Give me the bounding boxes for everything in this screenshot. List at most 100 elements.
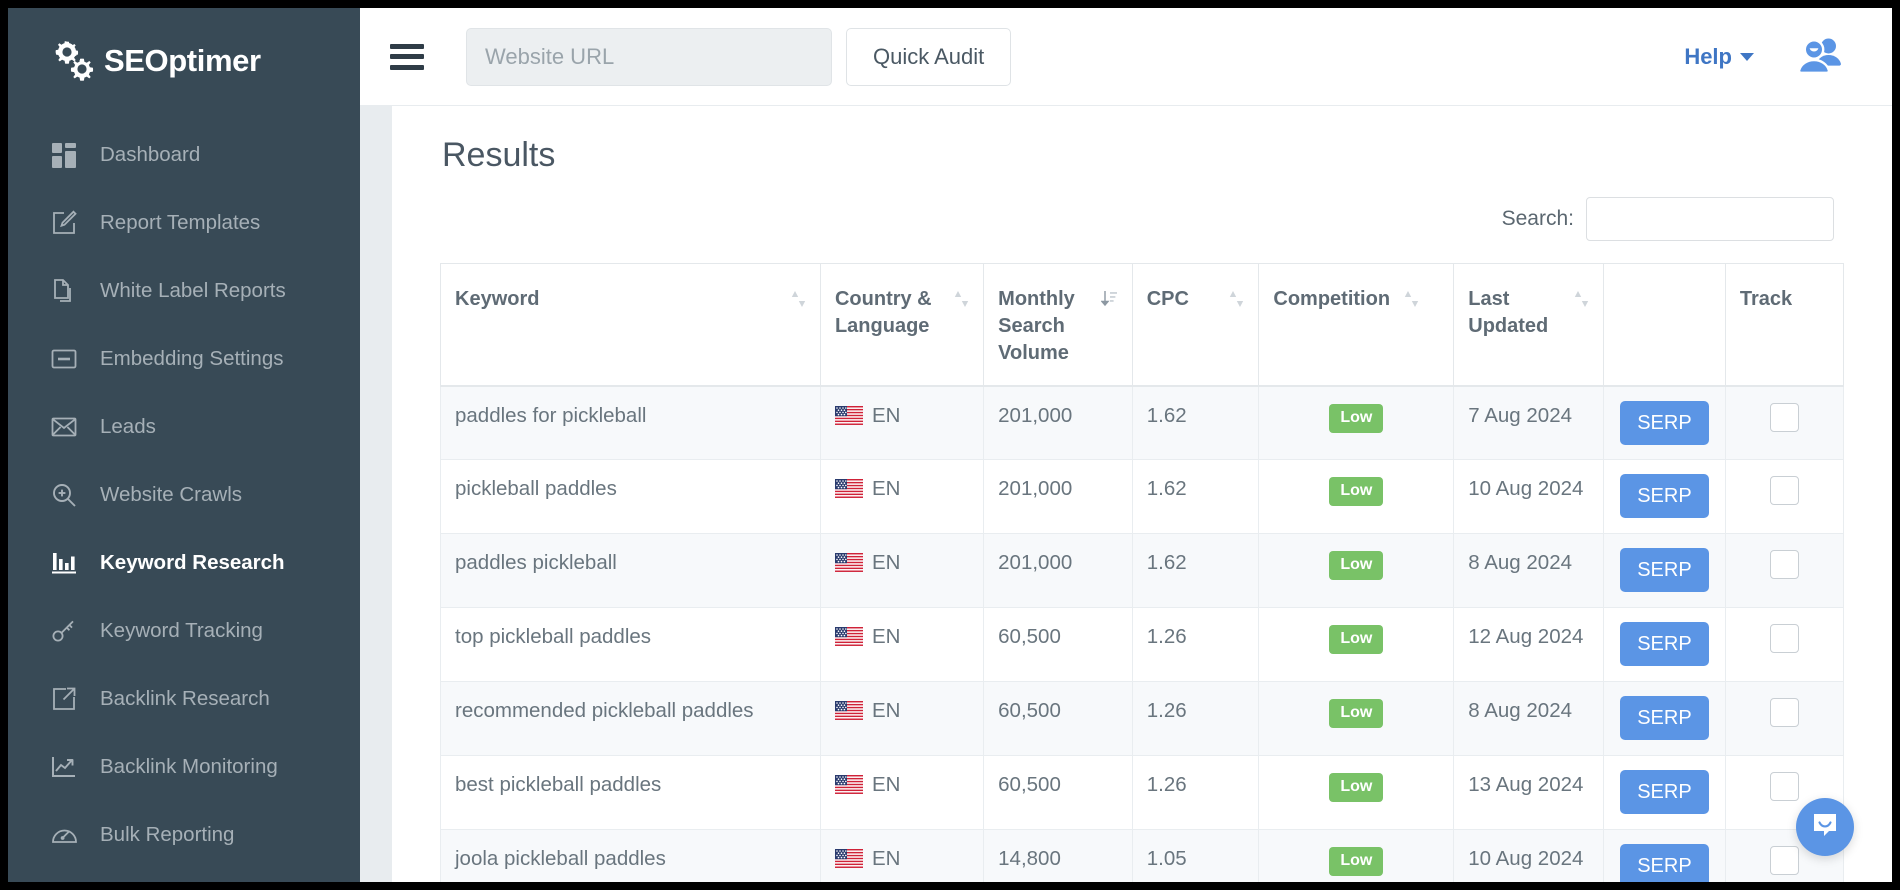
- sidebar-item-dashboard[interactable]: Dashboard: [8, 121, 360, 189]
- cell-competition: Low: [1259, 460, 1454, 534]
- track-checkbox[interactable]: [1770, 550, 1799, 579]
- sidebar-item-label: Backlink Monitoring: [100, 755, 278, 779]
- column-header-serp: [1604, 264, 1726, 386]
- hamburger-icon[interactable]: [390, 44, 424, 70]
- cell-last-updated: 8 Aug 2024: [1454, 682, 1604, 756]
- serp-button[interactable]: SERP: [1620, 474, 1708, 518]
- column-label: Competition: [1273, 286, 1390, 313]
- competition-badge: Low: [1329, 551, 1383, 580]
- cell-track: [1725, 682, 1843, 756]
- cell-keyword: paddles pickleball: [441, 534, 821, 608]
- column-label: Last Updated: [1468, 286, 1568, 340]
- column-header-country-language[interactable]: Country & Language: [820, 264, 983, 386]
- track-checkbox[interactable]: [1770, 772, 1799, 801]
- sidebar-item-white-label-reports[interactable]: White Label Reports: [8, 257, 360, 325]
- dashboard-icon: [50, 141, 78, 169]
- cell-competition: Low: [1259, 756, 1454, 830]
- table-body: paddles for pickleballEN201,0001.62Low7 …: [441, 386, 1844, 883]
- sidebar-item-embedding-settings[interactable]: Embedding Settings: [8, 325, 360, 393]
- sidebar-item-backlink-research[interactable]: Backlink Research: [8, 665, 360, 733]
- cell-last-updated: 10 Aug 2024: [1454, 460, 1604, 534]
- cell-cpc: 1.62: [1132, 534, 1259, 608]
- results-table-wrap: Keyword Country & Language: [392, 241, 1892, 882]
- cell-competition: Low: [1259, 608, 1454, 682]
- track-checkbox[interactable]: [1770, 403, 1799, 432]
- sidebar-item-backlink-monitoring[interactable]: Backlink Monitoring: [8, 733, 360, 801]
- us-flag-icon: [835, 701, 863, 720]
- cell-country-language: EN: [820, 756, 983, 830]
- sidebar-item-label: Website Crawls: [100, 483, 242, 507]
- cell-monthly-search-volume: 60,500: [984, 608, 1133, 682]
- table-row: paddles pickleballEN201,0001.62Low8 Aug …: [441, 534, 1844, 608]
- table-header-row: Keyword Country & Language: [441, 264, 1844, 386]
- cell-country-language: EN: [820, 386, 983, 460]
- key-icon: [50, 617, 78, 645]
- sidebar-item-bulk-reporting[interactable]: Bulk Reporting: [8, 801, 360, 869]
- magnifier-plus-icon: [50, 481, 78, 509]
- top-bar-right: Help: [1684, 36, 1892, 77]
- cell-track: [1725, 608, 1843, 682]
- cell-keyword: paddles for pickleball: [441, 386, 821, 460]
- column-label: CPC: [1147, 286, 1189, 313]
- table-row: joola pickleball paddlesEN14,8001.05Low1…: [441, 830, 1844, 883]
- cell-cpc: 1.62: [1132, 460, 1259, 534]
- serp-button[interactable]: SERP: [1620, 401, 1708, 445]
- serp-button[interactable]: SERP: [1620, 548, 1708, 592]
- search-input[interactable]: [1586, 197, 1834, 241]
- column-header-track: Track: [1725, 264, 1843, 386]
- serp-button[interactable]: SERP: [1620, 844, 1708, 882]
- track-checkbox[interactable]: [1770, 624, 1799, 653]
- chat-launcher-button[interactable]: [1796, 798, 1854, 856]
- cell-monthly-search-volume: 201,000: [984, 386, 1133, 460]
- cell-country-language: EN: [820, 460, 983, 534]
- cell-competition: Low: [1259, 534, 1454, 608]
- sidebar-item-leads[interactable]: Leads: [8, 393, 360, 461]
- column-header-last-updated[interactable]: Last Updated: [1454, 264, 1604, 386]
- sidebar-item-label: Dashboard: [100, 143, 200, 167]
- cell-competition: Low: [1259, 682, 1454, 756]
- column-header-monthly-search-volume[interactable]: Monthly Search Volume: [984, 264, 1133, 386]
- website-url-input[interactable]: [466, 28, 832, 86]
- track-checkbox[interactable]: [1770, 698, 1799, 727]
- cell-keyword: best pickleball paddles: [441, 756, 821, 830]
- column-header-competition[interactable]: Competition: [1259, 264, 1454, 386]
- track-checkbox[interactable]: [1770, 846, 1799, 875]
- gauge-icon: [50, 821, 78, 849]
- cell-country-language: EN: [820, 534, 983, 608]
- track-checkbox[interactable]: [1770, 476, 1799, 505]
- content-gutter: [360, 106, 392, 882]
- column-header-cpc[interactable]: CPC: [1132, 264, 1259, 386]
- column-header-keyword[interactable]: Keyword: [441, 264, 821, 386]
- sidebar-item-label: Keyword Tracking: [100, 619, 263, 643]
- cell-last-updated: 12 Aug 2024: [1454, 608, 1604, 682]
- brand-logo[interactable]: SEOptimer: [8, 8, 360, 113]
- competition-badge: Low: [1329, 477, 1383, 506]
- sort-both-icon: [791, 289, 806, 316]
- bar-chart-icon: [50, 549, 78, 577]
- competition-badge: Low: [1329, 404, 1383, 433]
- embed-box-icon: [50, 345, 78, 373]
- sidebar-item-keyword-research[interactable]: Keyword Research: [8, 529, 360, 597]
- seoptimer-gear-icon: [54, 40, 96, 82]
- cell-last-updated: 7 Aug 2024: [1454, 386, 1604, 460]
- table-row: best pickleball paddlesEN60,5001.26Low13…: [441, 756, 1844, 830]
- cell-monthly-search-volume: 60,500: [984, 756, 1133, 830]
- serp-button[interactable]: SERP: [1620, 770, 1708, 814]
- cell-keyword: recommended pickleball paddles: [441, 682, 821, 756]
- users-icon[interactable]: [1800, 36, 1844, 77]
- sidebar-item-website-crawls[interactable]: Website Crawls: [8, 461, 360, 529]
- top-bar: Quick Audit Help: [360, 8, 1892, 106]
- serp-button[interactable]: SERP: [1620, 622, 1708, 666]
- serp-button[interactable]: SERP: [1620, 696, 1708, 740]
- quick-audit-button[interactable]: Quick Audit: [846, 28, 1011, 86]
- sidebar-item-report-templates[interactable]: Report Templates: [8, 189, 360, 257]
- sort-both-icon: [1229, 289, 1244, 316]
- competition-badge: Low: [1329, 773, 1383, 802]
- help-dropdown[interactable]: Help: [1684, 44, 1754, 70]
- cell-serp: SERP: [1604, 830, 1726, 883]
- sidebar-item-label: Bulk Reporting: [100, 823, 234, 847]
- country-code: EN: [872, 551, 900, 574]
- sidebar-item-keyword-tracking[interactable]: Keyword Tracking: [8, 597, 360, 665]
- sidebar-item-label: White Label Reports: [100, 279, 286, 303]
- column-label: Track: [1740, 286, 1792, 313]
